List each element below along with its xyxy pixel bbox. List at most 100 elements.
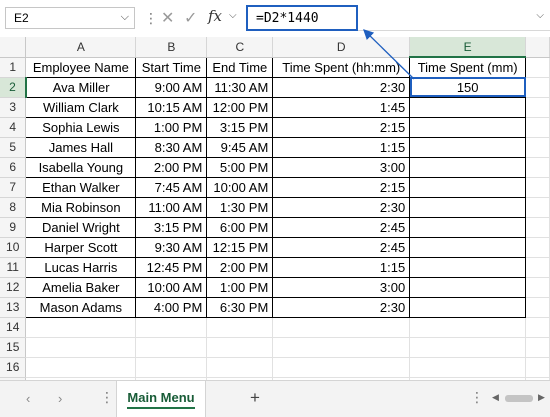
table-cell[interactable]: Daniel Wright — [25, 216, 137, 238]
more-options-icon[interactable]: ⋮ — [144, 10, 158, 27]
table-cell[interactable]: 7:45 AM — [135, 176, 208, 198]
table-cell[interactable]: William Clark — [25, 96, 137, 118]
empty-cell[interactable] — [135, 317, 208, 338]
table-cell[interactable]: 1:15 — [272, 136, 411, 158]
empty-cell[interactable] — [135, 357, 208, 378]
chevron-left-icon[interactable]: ‹ — [26, 391, 30, 406]
empty-cell[interactable] — [272, 337, 411, 358]
empty-cell[interactable] — [272, 317, 411, 338]
empty-cell[interactable] — [409, 317, 527, 338]
column-header-b[interactable]: B — [135, 37, 208, 58]
row-header[interactable]: 5 — [0, 137, 27, 158]
empty-cell[interactable] — [206, 357, 274, 378]
table-cell[interactable] — [409, 216, 527, 238]
table-cell[interactable]: 1:15 — [272, 256, 411, 278]
table-cell[interactable]: Mia Robinson — [25, 196, 137, 218]
table-cell[interactable]: 1:45 — [272, 96, 411, 118]
empty-cell[interactable] — [525, 237, 550, 258]
table-cell[interactable]: 2:00 PM — [135, 156, 208, 178]
row-header[interactable]: 11 — [0, 257, 27, 278]
row-header[interactable]: 13 — [0, 297, 27, 318]
empty-cell[interactable] — [206, 317, 274, 338]
table-cell[interactable]: 9:00 AM — [135, 76, 208, 98]
empty-cell[interactable] — [525, 277, 550, 298]
table-cell[interactable]: Mason Adams — [25, 296, 137, 318]
select-all-corner[interactable] — [0, 37, 27, 58]
empty-cell[interactable] — [525, 57, 550, 78]
empty-cell[interactable] — [525, 197, 550, 218]
formula-input[interactable]: =D2*1440 — [246, 5, 358, 31]
table-cell[interactable]: 3:00 — [272, 156, 411, 178]
active-cell-e2[interactable]: 150 — [409, 76, 527, 98]
empty-cell[interactable] — [525, 297, 550, 318]
table-cell[interactable]: 3:15 PM — [206, 116, 274, 138]
chevron-down-icon[interactable]: ⌵ — [229, 10, 237, 21]
column-header-f[interactable] — [525, 37, 550, 58]
table-header-cell[interactable]: Time Spent (mm) — [409, 56, 527, 78]
table-cell[interactable]: 9:30 AM — [135, 236, 208, 258]
table-cell[interactable]: Isabella Young — [25, 156, 137, 178]
sheet-tab-main-menu[interactable]: Main Menu — [116, 381, 206, 417]
empty-cell[interactable] — [525, 157, 550, 178]
more-tabs-icon[interactable]: ⋮ — [100, 389, 114, 406]
empty-cell[interactable] — [525, 217, 550, 238]
table-cell[interactable] — [409, 136, 527, 158]
row-header[interactable]: 8 — [0, 197, 27, 218]
table-cell[interactable]: Amelia Baker — [25, 276, 137, 298]
empty-cell[interactable] — [525, 77, 550, 98]
table-cell[interactable]: 10:00 AM — [135, 276, 208, 298]
scroll-left-icon[interactable]: ◀ — [492, 392, 499, 403]
table-cell[interactable]: 6:00 PM — [206, 216, 274, 238]
table-cell[interactable]: Harper Scott — [25, 236, 137, 258]
table-cell[interactable]: 10:00 AM — [206, 176, 274, 198]
empty-cell[interactable] — [525, 97, 550, 118]
table-cell[interactable] — [409, 296, 527, 318]
insert-function-icon[interactable]: fx — [208, 7, 222, 25]
empty-cell[interactable] — [25, 357, 137, 378]
table-cell[interactable]: Lucas Harris — [25, 256, 137, 278]
table-cell[interactable]: 10:15 AM — [135, 96, 208, 118]
horizontal-scrollbar-thumb[interactable] — [505, 395, 533, 402]
table-cell[interactable]: 11:30 AM — [206, 76, 274, 98]
table-cell[interactable]: 9:45 AM — [206, 136, 274, 158]
scroll-right-icon[interactable]: ▶ — [538, 392, 545, 403]
row-header[interactable]: 6 — [0, 157, 27, 178]
empty-cell[interactable] — [525, 317, 550, 338]
table-cell[interactable]: 8:30 AM — [135, 136, 208, 158]
table-cell[interactable]: 3:00 — [272, 276, 411, 298]
table-cell[interactable]: 1:00 PM — [206, 276, 274, 298]
table-cell[interactable]: Ava Miller — [25, 76, 137, 98]
table-cell[interactable]: 4:00 PM — [135, 296, 208, 318]
row-header[interactable]: 1 — [0, 57, 27, 78]
table-cell[interactable] — [409, 96, 527, 118]
table-header-cell[interactable]: Employee Name — [25, 56, 137, 78]
empty-cell[interactable] — [525, 257, 550, 278]
row-header[interactable]: 12 — [0, 277, 27, 298]
table-cell[interactable]: 2:30 — [272, 196, 411, 218]
row-header[interactable]: 4 — [0, 117, 27, 138]
table-header-cell[interactable]: End Time — [206, 56, 274, 78]
table-cell[interactable]: 12:15 PM — [206, 236, 274, 258]
table-cell[interactable]: 2:30 — [272, 296, 411, 318]
enter-icon[interactable]: ✓ — [184, 8, 197, 28]
row-header[interactable]: 2 — [0, 77, 27, 98]
table-cell[interactable]: 12:00 PM — [206, 96, 274, 118]
empty-cell[interactable] — [409, 337, 527, 358]
table-cell[interactable]: Sophia Lewis — [25, 116, 137, 138]
table-cell[interactable]: 2:00 PM — [206, 256, 274, 278]
name-box[interactable]: E2 ⌵ — [5, 7, 135, 29]
empty-cell[interactable] — [525, 357, 550, 378]
empty-cell[interactable] — [25, 337, 137, 358]
table-cell[interactable] — [409, 196, 527, 218]
table-cell[interactable]: 11:00 AM — [135, 196, 208, 218]
empty-cell[interactable] — [525, 137, 550, 158]
table-cell[interactable]: Ethan Walker — [25, 176, 137, 198]
table-header-cell[interactable]: Start Time — [135, 56, 208, 78]
table-cell[interactable]: 2:30 — [272, 76, 411, 98]
row-header[interactable]: 10 — [0, 237, 27, 258]
table-cell[interactable]: 2:45 — [272, 236, 411, 258]
chevron-down-icon[interactable]: ⌵ — [121, 11, 129, 24]
table-cell[interactable]: 12:45 PM — [135, 256, 208, 278]
empty-cell[interactable] — [525, 177, 550, 198]
row-header[interactable]: 14 — [0, 317, 27, 338]
